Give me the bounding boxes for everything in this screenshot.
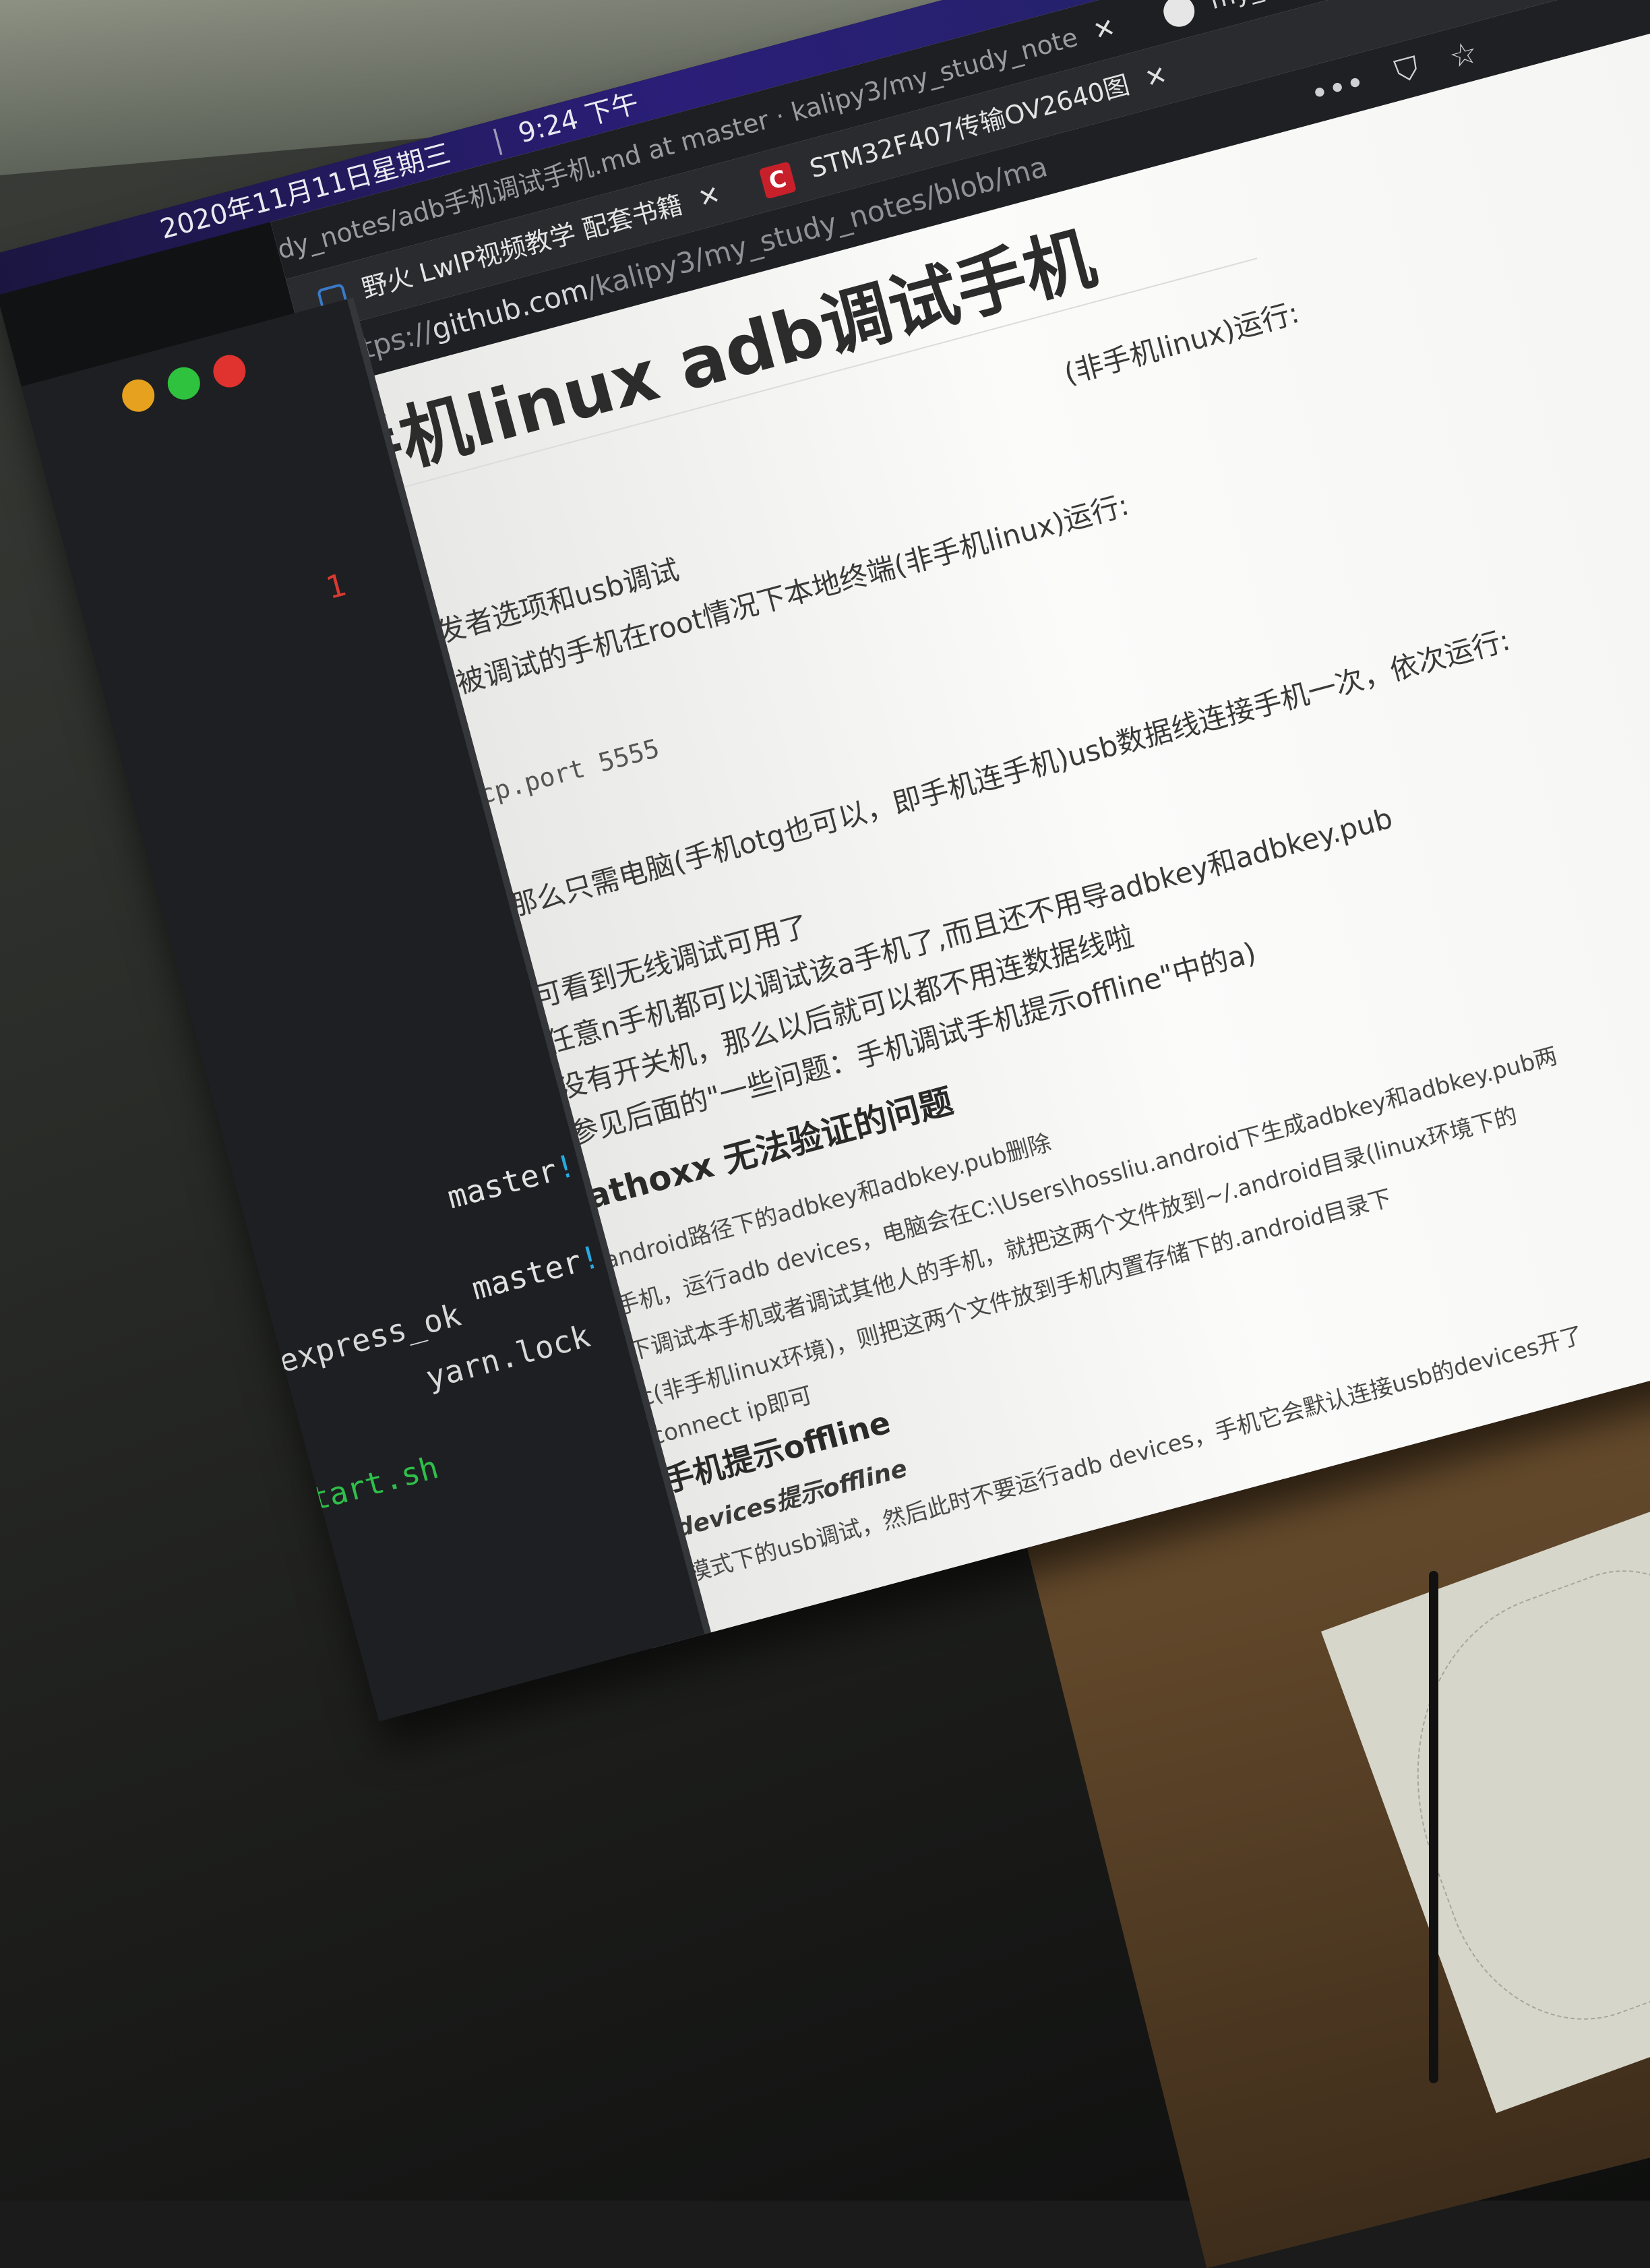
git-branch-indicator: master! bbox=[444, 1147, 579, 1216]
text-line: 那么只需电脑(手机otg也可以，即手机连手机)usb数据线连接手机一次，依次运行… bbox=[505, 623, 1514, 924]
text-line: (非手机linux)运行: bbox=[1060, 295, 1303, 391]
panel-separator: | bbox=[489, 123, 506, 156]
code-line: cp.port 5555 bbox=[476, 733, 663, 810]
git-branch-indicator: master! bbox=[468, 1238, 603, 1307]
bookmark-star-icon[interactable]: ☆ bbox=[1445, 33, 1481, 76]
pocket-icon[interactable]: ⛉ bbox=[1391, 49, 1423, 90]
github-icon bbox=[1159, 0, 1198, 30]
branch-name: master bbox=[468, 1243, 586, 1307]
minimize-button[interactable] bbox=[118, 376, 158, 416]
close-icon[interactable]: ✕ bbox=[1142, 59, 1170, 94]
branch-name: master bbox=[444, 1152, 561, 1216]
close-icon[interactable]: ✕ bbox=[695, 179, 723, 214]
csdn-icon: C bbox=[758, 160, 797, 200]
more-icon[interactable]: ••• bbox=[1306, 63, 1369, 113]
close-icon[interactable]: ✕ bbox=[1090, 12, 1118, 47]
close-button[interactable] bbox=[210, 351, 249, 391]
maximize-button[interactable] bbox=[164, 363, 204, 404]
monitor-cable bbox=[1429, 1571, 1438, 2083]
terminal-line: 1 bbox=[322, 566, 350, 607]
